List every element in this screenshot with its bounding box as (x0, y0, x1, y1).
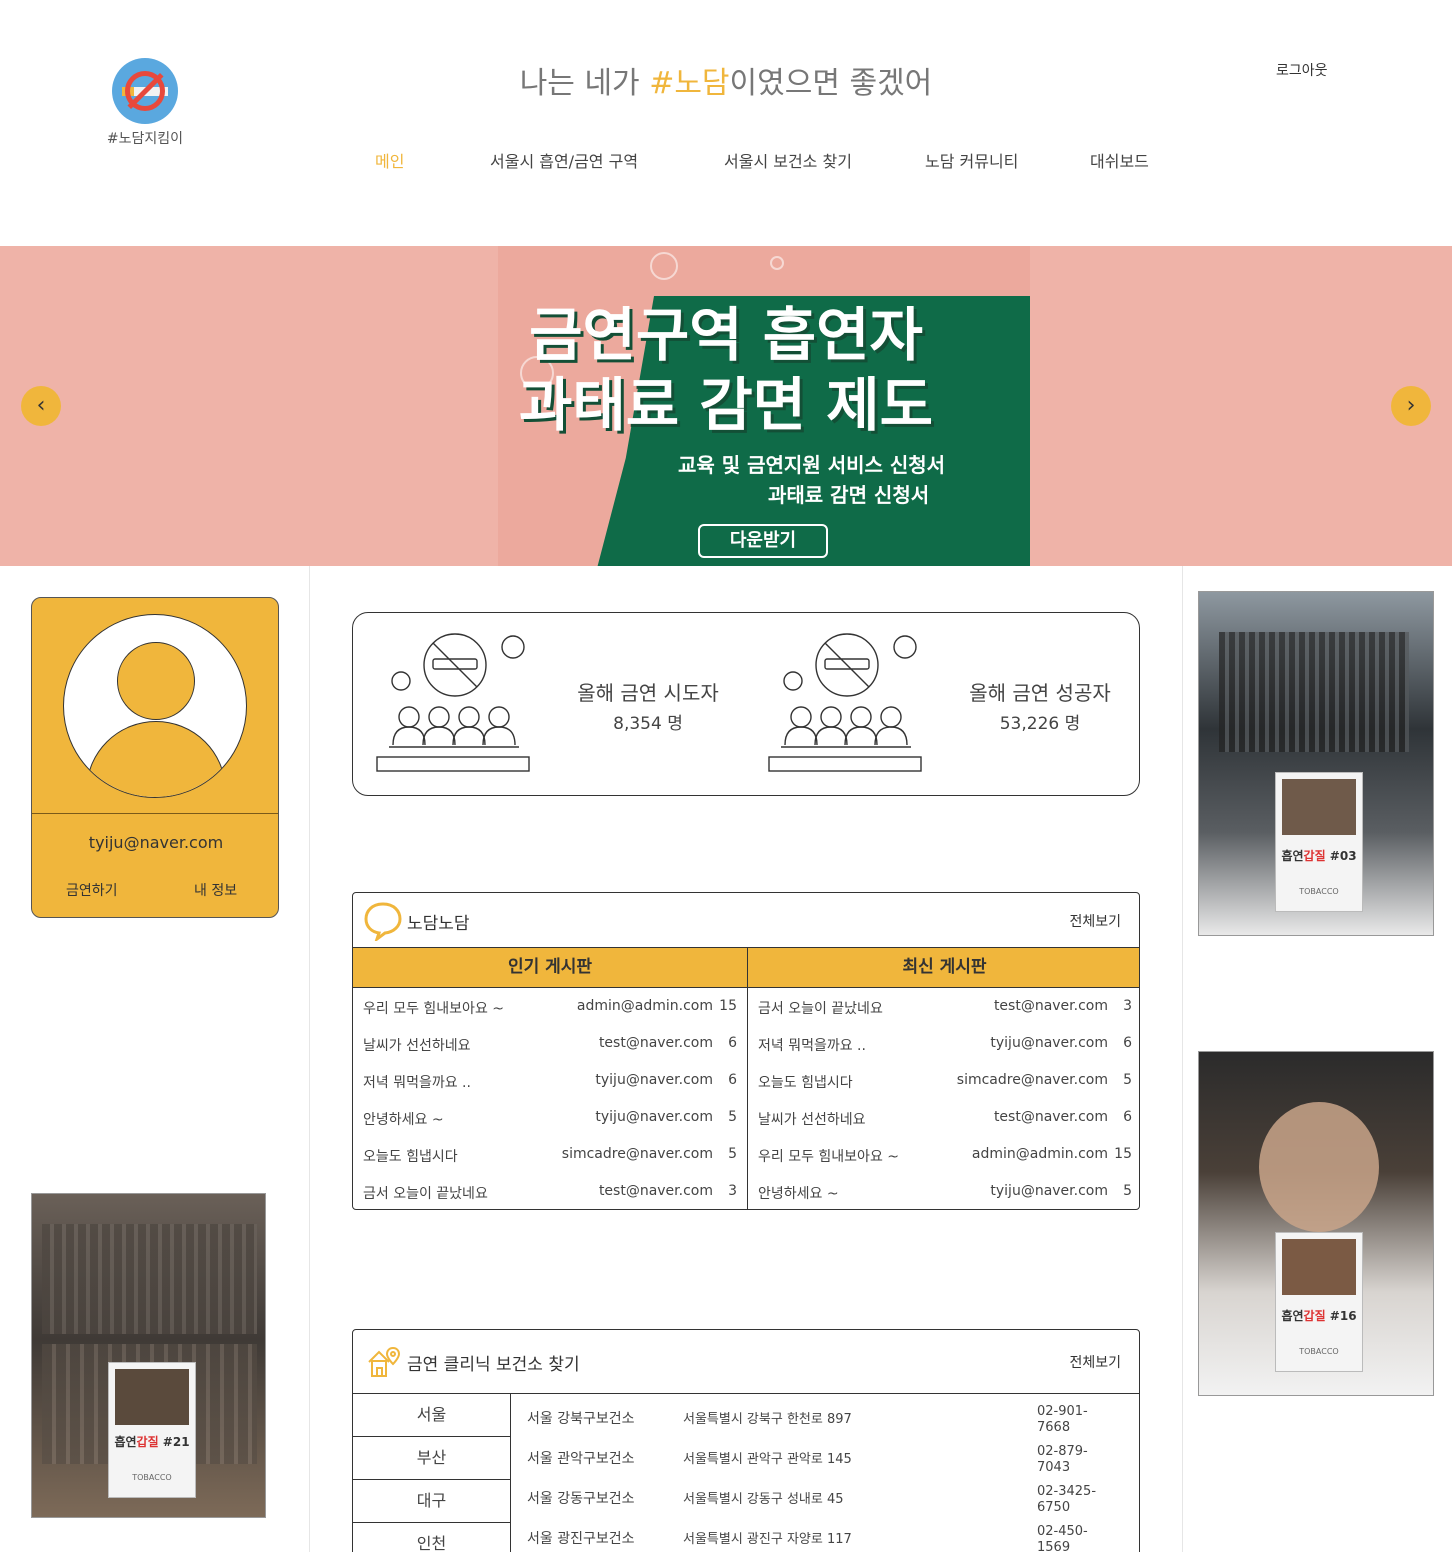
board-header: 노담노담 전체보기 (353, 893, 1139, 948)
poster-card: 흡연갑질 #16 TOBACCO (1275, 1232, 1363, 1372)
nav-item-community[interactable]: 노담 커뮤니티 (925, 148, 1018, 172)
avatar-head-icon (117, 642, 195, 720)
success-label: 올해 금연 성공자 (969, 681, 1111, 705)
list-item[interactable]: 우리 모두 힘내보아요 ~ admin@admin.com 15 (353, 988, 747, 1025)
quit-stats-box: 올해 금연 시도자 8,354 명 올해 금연 성공자 53,226 명 (352, 612, 1140, 796)
banner-headline-1: 금연구역 흡연자 (529, 301, 923, 369)
column-divider-left (309, 566, 310, 1552)
list-item[interactable]: 오늘도 힘냅시다 simcadre@naver.com 5 (748, 1062, 1139, 1099)
avatar (63, 614, 247, 798)
logout-link[interactable]: 로그아웃 (1276, 60, 1328, 80)
clinic-finder: 금연 클리닉 보건소 찾기 전체보기 서울 부산 대구 인천 서울 강북구보건소… (352, 1329, 1140, 1552)
banner-sub-2: 과태료 감면 신청서 (768, 483, 930, 507)
campaign-poster-03[interactable]: 흡연갑질 #03 TOBACCO (1198, 591, 1434, 936)
quit-group-icon (376, 633, 530, 772)
region-tab-seoul[interactable]: 서울 (353, 1394, 510, 1437)
column-divider-right (1182, 566, 1183, 1552)
clinic-row[interactable]: 서울 광진구보건소 서울특별시 광진구 자양로 117 02-450-1569 (527, 1516, 1127, 1552)
popular-board-header: 인기 게시판 (353, 948, 747, 988)
region-tab-daegu[interactable]: 대구 (353, 1480, 510, 1523)
clinic-house-icon (368, 1346, 401, 1377)
profile-card: tyiju@naver.com 금연하기 내 정보 (31, 597, 279, 918)
clinic-row[interactable]: 서울 강동구보건소 서울특별시 강동구 성내로 45 02-3425-6750 (527, 1476, 1127, 1516)
success-value: 53,226 명 (999, 714, 1081, 734)
banner-sub-1: 교육 및 금연지원 서비스 신청서 (678, 453, 946, 477)
campaign-poster-21[interactable]: 흡연갑질 #21 TOBACCO (31, 1193, 266, 1518)
main-nav: 메인 서울시 흡연/금연 구역 서울시 보건소 찾기 노담 커뮤니티 대쉬보드 (0, 148, 1452, 172)
list-item[interactable]: 날씨가 선선하네요 test@naver.com 6 (353, 1025, 747, 1062)
recent-board: 최신 게시판 금서 오늘이 끝났네요 test@naver.com 3 저녁 뭐먹을… (747, 948, 1139, 1209)
profile-divider (32, 813, 278, 814)
clinic-title: 금연 클리닉 보건소 찾기 (407, 1355, 580, 1375)
profile-email: tyiju@naver.com (88, 833, 224, 852)
download-button[interactable]: 다운받기 (698, 524, 828, 558)
nav-item-health-center[interactable]: 서울시 보건소 찾기 (724, 148, 852, 172)
popular-board: 인기 게시판 우리 모두 힘내보아요 ~ admin@admin.com 15 날씨… (353, 948, 747, 1209)
clinic-header: 금연 클리닉 보건소 찾기 전체보기 (353, 1330, 1139, 1394)
board-title: 노담노담 (407, 914, 470, 934)
region-tab-busan[interactable]: 부산 (353, 1437, 510, 1480)
poster-card: 흡연갑질 #03 TOBACCO (1275, 772, 1363, 912)
clinic-row[interactable]: 서울 관악구보건소 서울특별시 관악구 관악로 145 02-879-7043 (527, 1436, 1127, 1476)
chevron-left-icon[interactable]: ‹ (21, 386, 61, 426)
recent-board-header: 최신 게시판 (748, 948, 1139, 988)
list-item[interactable]: 날씨가 선선하네요 test@naver.com 6 (748, 1099, 1139, 1136)
list-item[interactable]: 안녕하세요 ~ tyiju@naver.com 5 (748, 1173, 1139, 1209)
success-group-icon (768, 633, 922, 772)
avatar-body-icon (86, 721, 226, 797)
list-item[interactable]: 저녁 뭐먹을까요 .. tyiju@naver.com 6 (748, 1025, 1139, 1062)
my-info-link[interactable]: 내 정보 (194, 880, 237, 900)
quit-smoking-link[interactable]: 금연하기 (66, 880, 118, 900)
hero-banner: 금연구역 흡연자 과태료 감면 제도 교육 및 금연지원 서비스 신청서 과태료… (0, 246, 1452, 566)
list-item[interactable]: 우리 모두 힘내보아요 ~ admin@admin.com 15 (748, 1136, 1139, 1173)
clinic-view-all-link[interactable]: 전체보기 (1069, 1352, 1121, 1372)
list-item[interactable]: 금서 오늘이 끝났네요 test@naver.com 3 (748, 988, 1139, 1025)
list-item[interactable]: 저녁 뭐먹을까요 .. tyiju@naver.com 6 (353, 1062, 747, 1099)
clinic-row[interactable]: 서울 강북구보건소 서울특별시 강북구 한천로 897 02-901-7668 (527, 1396, 1127, 1436)
challengers-label: 올해 금연 시도자 (577, 681, 719, 705)
logo-text: #노담지킴이 (106, 131, 184, 147)
list-item[interactable]: 금서 오늘이 끝났네요 test@naver.com 3 (353, 1173, 747, 1209)
nav-item-main[interactable]: 메인 (375, 148, 404, 172)
nav-item-dashboard[interactable]: 대쉬보드 (1090, 148, 1149, 172)
region-list: 서울 부산 대구 인천 (353, 1394, 511, 1552)
site-title: 나는 네가 #노담이였으면 좋겠어 (519, 66, 933, 101)
banner-headline-2: 과태료 감면 제도 (519, 371, 933, 439)
board-view-all-link[interactable]: 전체보기 (1069, 911, 1121, 931)
poster-card: 흡연갑질 #21 TOBACCO (108, 1362, 196, 1498)
chevron-right-icon[interactable]: › (1391, 386, 1431, 426)
list-item[interactable]: 안녕하세요 ~ tyiju@naver.com 5 (353, 1099, 747, 1136)
challengers-value: 8,354 명 (613, 714, 683, 734)
nav-item-smoking-zones[interactable]: 서울시 흡연/금연 구역 (490, 148, 638, 172)
speech-bubble-icon (364, 902, 402, 941)
campaign-poster-16[interactable]: 흡연갑질 #16 TOBACCO (1198, 1051, 1434, 1396)
list-item[interactable]: 오늘도 힘냅시다 simcadre@naver.com 5 (353, 1136, 747, 1173)
region-tab-incheon[interactable]: 인천 (353, 1523, 510, 1552)
community-board: 노담노담 전체보기 인기 게시판 우리 모두 힘내보아요 ~ admin@admi… (352, 892, 1140, 1210)
